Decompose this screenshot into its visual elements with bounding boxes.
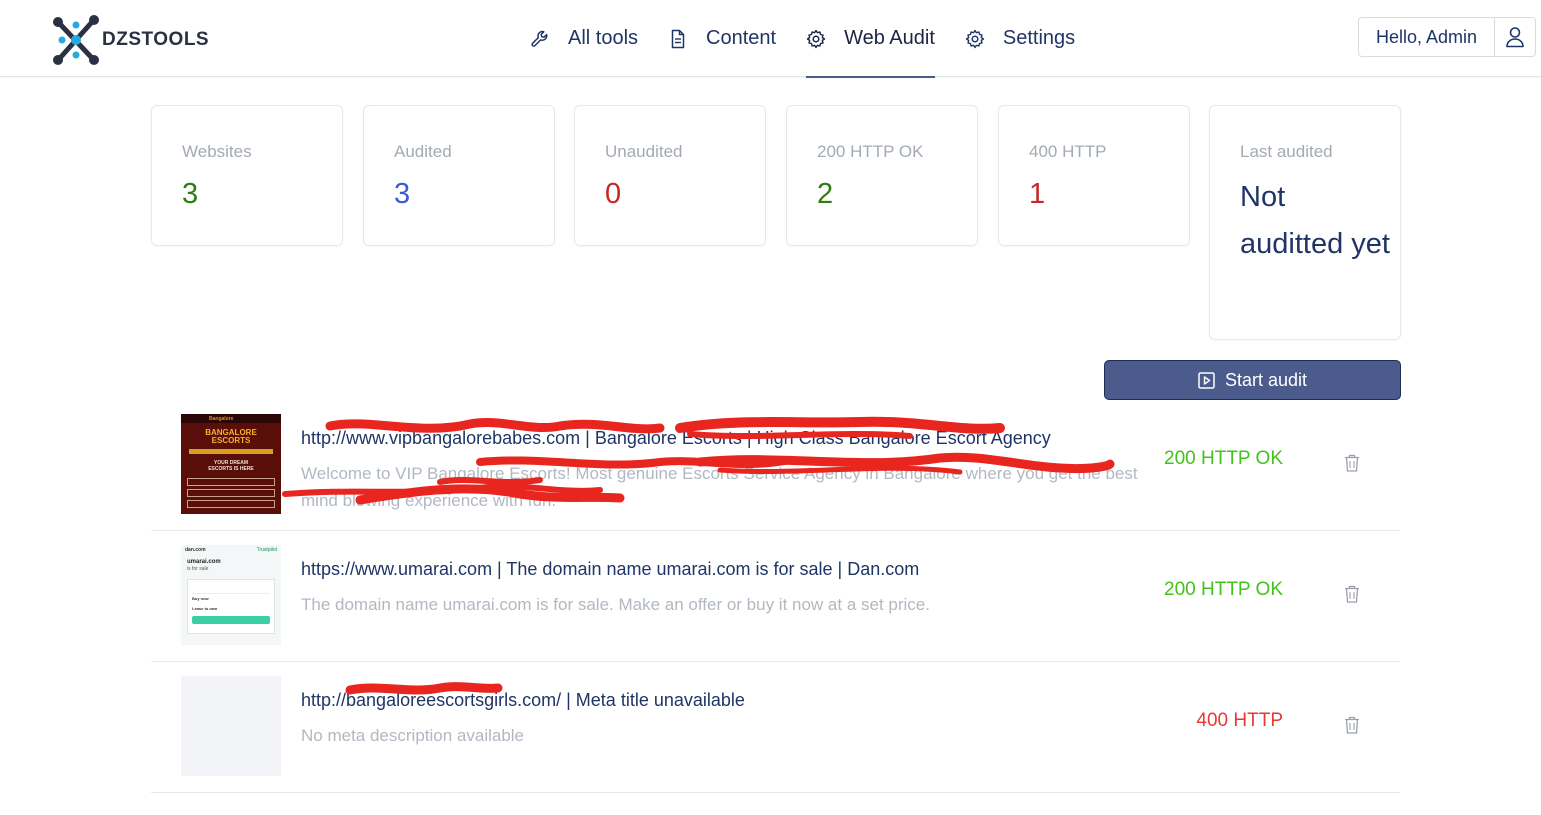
stat-card-unaudited: Unaudited 0 [574,105,766,246]
thumb-text: dan.com [185,547,206,553]
wrench-icon [531,30,548,47]
nav-label: Web Audit [844,27,935,49]
user-icon[interactable] [1495,18,1535,56]
site-title-link[interactable]: http://www.vipbangalorebabes.com | Banga… [301,428,1051,449]
trash-icon[interactable] [1343,715,1361,735]
site-row: Bangalore BANGALORE ESCORTS YOUR DREAM E… [151,400,1400,531]
stat-label: 200 HTTP OK [817,142,924,161]
status-badge: 200 HTTP OK [1164,579,1283,600]
stat-value: Not auditted yet [1240,181,1390,260]
stat-card-websites: Websites 3 [151,105,343,246]
stat-value: 2 [817,178,834,210]
thumb-text: is for sale [187,566,209,572]
stat-value: 0 [605,178,622,210]
start-audit-button[interactable]: Start audit [1104,360,1401,400]
nav-content[interactable]: Content [668,0,776,77]
user-menu[interactable]: Hello, Admin [1358,17,1536,57]
stat-value: 3 [182,178,199,210]
thumb-text: Bangalore [209,415,234,422]
nav-label: All tools [568,27,639,49]
brand-name: DZSTOOLS [102,29,210,50]
nav-settings[interactable]: Settings [965,0,1075,77]
site-description: No meta description available [301,726,525,745]
logo-icon [53,15,99,65]
thumb-text: Buy now [192,596,209,601]
stat-label: Websites [182,142,252,161]
top-navbar: DZSTOOLS All tools Content Web Audit Set… [0,0,1541,78]
start-audit-label: Start audit [1224,369,1308,390]
document-icon [671,29,685,48]
stat-label: Last audited [1240,142,1333,161]
status-badge: 400 HTTP [1196,710,1283,731]
nav-label: Settings [1002,27,1076,49]
play-icon [1198,371,1215,389]
main-nav: All tools Content Web Audit Settings [530,0,1105,78]
site-row: dan.com Trustpilot umarai.com is for sal… [151,531,1400,662]
stat-label: Audited [394,142,452,161]
stat-card-400: 400 HTTP 1 [998,105,1190,246]
brand-logo[interactable]: DZSTOOLS [48,10,228,70]
site-description: The domain name umarai.com is for sale. … [301,595,930,614]
site-row: http://bangaloreescortsgirls.com/ | Meta… [151,662,1400,793]
site-title-link[interactable]: https://www.umarai.com | The domain name… [301,559,919,580]
thumb-text: umarai.com [187,559,221,565]
status-badge: 200 HTTP OK [1164,448,1283,469]
thumb-text: Trustpilot [256,547,277,553]
site-thumbnail: Bangalore BANGALORE ESCORTS YOUR DREAM E… [181,414,281,514]
thumb-text: Lease to own [192,606,218,611]
site-thumbnail-placeholder [181,676,281,776]
stat-card-audited: Audited 3 [363,105,555,246]
nav-all-tools[interactable]: All tools [530,0,638,77]
trash-icon[interactable] [1343,584,1361,604]
site-title-link[interactable]: http://bangaloreescortsgirls.com/ | Meta… [301,690,745,711]
stat-card-200-ok: 200 HTTP OK 2 [786,105,978,246]
nav-label: Content [706,27,777,49]
gear-icon [965,29,985,48]
user-greeting[interactable]: Hello, Admin [1359,18,1495,56]
stat-card-last-audited: Last audited Not auditted yet [1209,105,1401,340]
nav-web-audit[interactable]: Web Audit [806,0,935,78]
stat-value: 1 [1029,178,1046,210]
site-thumbnail: dan.com Trustpilot umarai.com is for sal… [181,545,281,645]
stat-label: Unaudited [605,142,683,161]
thumb-text: ESCORTS IS HERE [208,466,254,472]
stat-value: 3 [394,178,411,210]
gear-icon [806,29,826,48]
thumb-text: ESCORTS [211,436,251,445]
stat-label: 400 HTTP [1029,142,1107,161]
trash-icon[interactable] [1343,453,1361,473]
site-description: Welcome to VIP Bangalore Escorts! Most g… [301,464,1138,510]
